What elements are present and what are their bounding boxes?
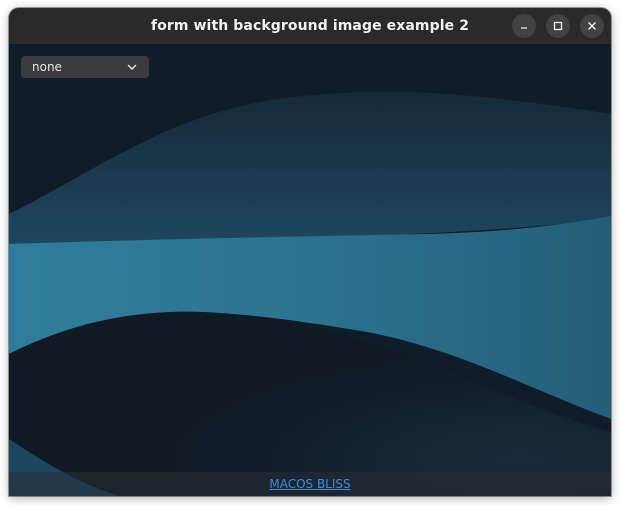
maximize-button[interactable]: [546, 14, 570, 38]
macos-bliss-link[interactable]: MACOS BLISS: [269, 477, 350, 491]
style-select-value: none: [32, 60, 62, 74]
title-bar[interactable]: form with background image example 2: [9, 8, 611, 44]
close-icon: [588, 22, 596, 30]
close-button[interactable]: [580, 14, 604, 38]
form-content: none MACOS BLISS: [9, 44, 611, 496]
footer-bar: MACOS BLISS: [9, 472, 611, 496]
maximize-icon: [553, 21, 563, 31]
style-select[interactable]: none: [21, 56, 149, 78]
minimize-icon: [521, 27, 527, 29]
chevron-down-icon: [127, 64, 137, 70]
minimize-button[interactable]: [512, 14, 536, 38]
background-image: [9, 44, 611, 496]
app-window: form with background image example 2 non…: [9, 8, 611, 496]
